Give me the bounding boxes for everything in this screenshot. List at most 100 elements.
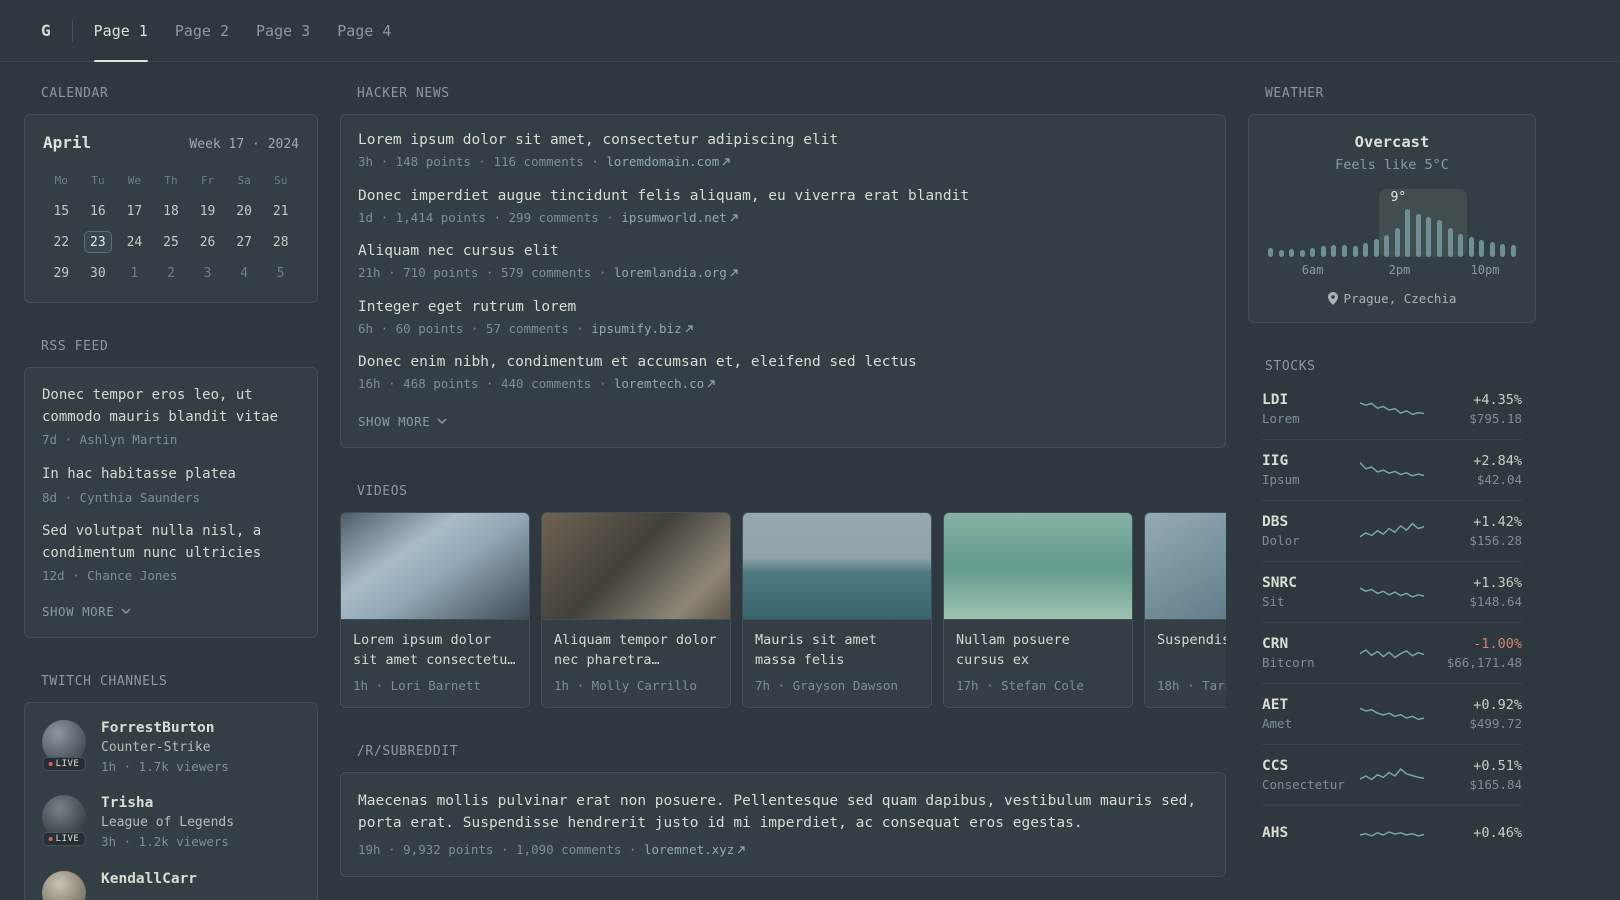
hn-story-link[interactable]: Integer eget rutrum lorem [358,299,1208,315]
twitch-category[interactable]: Counter-Strike [101,740,229,755]
stock-change: +0.51% [1473,758,1522,774]
hn-domain-link[interactable]: loremtech.co [614,376,715,391]
rss-item-link[interactable]: In hac habitasse platea [42,464,300,486]
calendar-month-label: April [43,133,92,152]
twitch-avatar-wrap: LIVE [42,795,86,847]
hacker-news-widget: HACKER NEWS Lorem ipsum dolor sit amet, … [340,86,1226,448]
weather-hour-bar [1415,214,1421,257]
tab-page-3[interactable]: Page 3 [256,0,310,61]
video-title: Mauris sit amet massa felis [755,631,877,668]
rss-show-more-button[interactable]: SHOW MORE [42,604,131,619]
subreddit-widget: /R/SUBREDDIT Maecenas mollis pulvinar er… [340,744,1226,877]
video-card[interactable]: Aliquam tempor dolor nec pharetra… 1h · … [541,511,731,708]
hn-domain-link[interactable]: loremlandia.org [614,265,738,280]
hn-domain-link[interactable]: loremdomain.com [606,154,730,169]
video-card[interactable]: Nullam posuere cursus ex 17h · Stefan Co… [943,511,1133,708]
hn-story-link[interactable]: Donec enim nibh, condimentum et accumsan… [358,354,1208,370]
twitch-category[interactable]: League of Legends [101,815,234,830]
twitch-channel[interactable]: LIVE ForrestBurton Counter-Strike 1h · 1… [42,719,300,776]
video-title: Nullam posuere cursus ex [956,631,1070,668]
weather-hour-bar [1426,217,1432,257]
stock-sparkline [1360,649,1424,659]
rss-item-link[interactable]: Sed volutpat nulla nisl, a condimentum n… [42,521,300,564]
calendar-weekday-header: Sa [237,173,251,187]
stock-values: -1.00% $66,171.48 [1436,636,1522,670]
video-card[interactable]: Lorem ipsum dolor sit amet consectetu… 1… [340,511,530,708]
app-logo[interactable]: G [41,21,51,40]
video-card[interactable]: Suspendisse diam 18h · Tara [1144,511,1226,708]
rss-item-meta: 8d · Cynthia Saunders [42,489,201,505]
stock-sparkline [1360,831,1424,837]
weather-location[interactable]: Prague, Czechia [1265,291,1519,306]
tab-page-1[interactable]: Page 1 [93,0,149,62]
hn-story-link[interactable]: Lorem ipsum dolor sit amet, consectetur … [358,132,1208,148]
stocks-widget: STOCKS LDI Lorem +4.35% $795.18 IIG Ipsu… [1248,359,1536,862]
rss-item-meta: 7d · Ashlyn Martin [42,432,178,448]
twitch-channel-info: ForrestBurton Counter-Strike 1h · 1.7k v… [101,720,229,776]
hn-item: Donec imperdiet augue tincidunt felis al… [358,188,1208,227]
external-link-icon [685,324,693,332]
video-thumbnail[interactable] [542,512,730,620]
hn-story-link[interactable]: Aliquam nec cursus elit [358,243,1208,259]
calendar-weekday-header: Fr [200,173,215,187]
rss-widget: RSS FEED Donec tempor eros leo, ut commo… [24,339,318,638]
weather-hour-bar [1394,228,1400,257]
weather-hour-bar [1299,250,1305,257]
calendar-day: 24 [126,234,143,250]
map-pin-icon [1327,292,1338,305]
rss-item: Sed volutpat nulla nisl, a condimentum n… [42,521,300,585]
calendar-day: 21 [272,203,289,219]
calendar-day: 30 [90,265,106,281]
hn-story-link[interactable]: Donec imperdiet augue tincidunt felis al… [358,188,1208,204]
calendar-day: 29 [53,265,70,281]
stock-row[interactable]: IIG Ipsum +2.84% $42.04 [1262,439,1522,500]
stock-row[interactable]: CCS Consectetur +0.51% $165.84 [1262,744,1522,805]
stock-row[interactable]: AHS +0.46% [1262,805,1522,862]
stock-sparkline [1360,402,1424,416]
dashboard: CALENDAR April Week 17 · 2024 Mo Tu We Th Fr… [0,62,1620,900]
video-thumbnail[interactable] [743,512,931,620]
video-thumbnail[interactable] [944,512,1132,620]
twitch-channel[interactable]: LIVE KendallCarr [42,870,300,900]
video-thumbnail[interactable] [341,512,529,620]
twitch-channel-name[interactable]: KendallCarr [101,871,197,887]
twitch-channel[interactable]: LIVE Trisha League of Legends 3h · 1.2k … [42,795,300,851]
weather-hour-bar [1268,248,1273,257]
rss-item-link[interactable]: Donec tempor eros leo, ut commodo mauris… [42,385,300,428]
stock-row[interactable]: DBS Dolor +1.42% $156.28 [1262,500,1522,561]
hn-domain-link[interactable]: ipsumworld.net [621,210,738,225]
reddit-domain-link[interactable]: loremnet.xyz [644,842,745,857]
hn-meta-text: 3h · 148 points · 116 comments · [358,154,607,169]
stock-sparkline [1360,768,1424,781]
chevron-down-icon [437,418,447,424]
live-badge-label: LIVE [55,758,80,769]
stock-values: +1.36% $148.64 [1436,575,1522,609]
stock-row[interactable]: AET Amet +0.92% $499.72 [1262,683,1522,744]
stock-row[interactable]: LDI Lorem +4.35% $795.18 [1262,387,1522,439]
stock-row[interactable]: SNRC Sit +1.36% $148.64 [1262,561,1522,622]
reddit-post-link[interactable]: Maecenas mollis pulvinar erat non posuer… [358,790,1208,836]
stock-price: $156.28 [1469,533,1522,548]
hn-item: Donec enim nibh, condimentum et accumsan… [358,354,1208,393]
video-title: Suspendisse diam [1157,631,1226,648]
calendar-weekday-header: Mo [54,173,68,187]
video-body: Mauris sit amet massa felis 7h · Grayson… [743,620,931,707]
twitch-channel-name[interactable]: Trisha [101,795,234,811]
video-body: Suspendisse diam 18h · Tara [1145,620,1226,707]
weather-hour-bar [1289,249,1295,257]
hn-show-more-button[interactable]: SHOW MORE [358,414,447,429]
stock-row[interactable]: CRN Bitcorn -1.00% $66,171.48 [1262,622,1522,683]
video-card[interactable]: Mauris sit amet massa felis 7h · Grayson… [742,511,932,708]
tab-page-4[interactable]: Page 4 [337,0,391,61]
hn-domain-link[interactable]: ipsumify.biz [591,321,693,336]
twitch-channel-name[interactable]: ForrestBurton [101,720,229,736]
stock-id: CRN Bitcorn [1262,636,1348,670]
reddit-post-meta: 19h · 9,932 points · 1,090 comments · lo… [358,841,1208,859]
stock-name: Lorem [1262,411,1300,426]
video-body: Aliquam tempor dolor nec pharetra… 1h · … [542,620,730,707]
video-meta: 7h · Grayson Dawson [755,678,898,693]
rss-item: Donec tempor eros leo, ut commodo mauris… [42,385,300,449]
calendar-weekday-header: Tu [91,173,105,187]
tab-page-2[interactable]: Page 2 [175,0,229,61]
video-thumbnail[interactable] [1145,512,1226,620]
